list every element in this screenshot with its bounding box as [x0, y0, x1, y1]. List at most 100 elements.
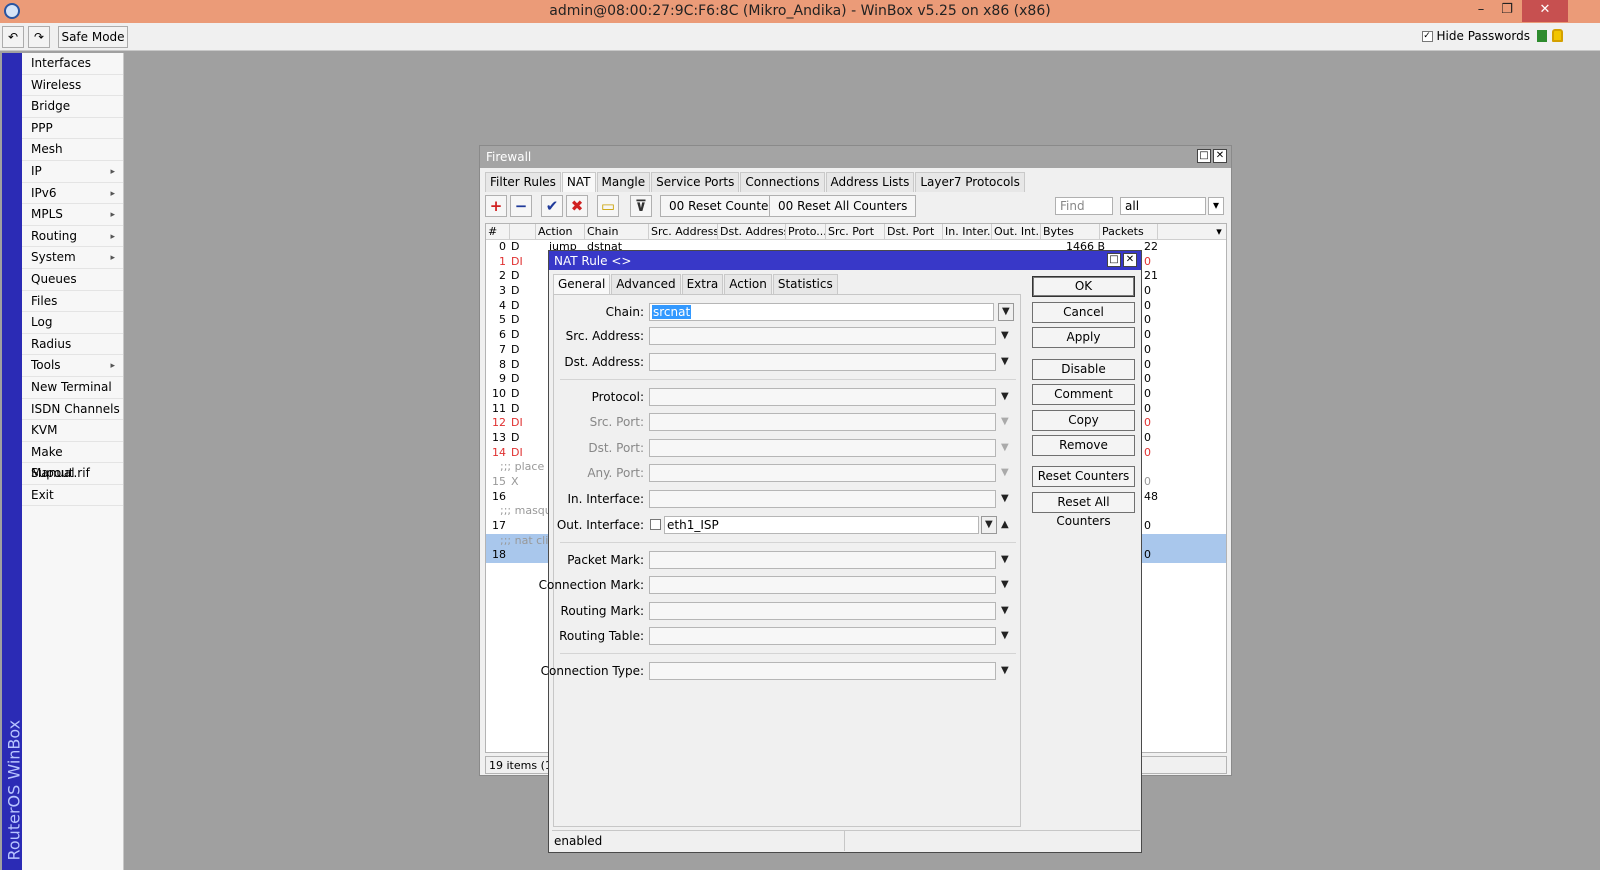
connection-mark-input[interactable]	[649, 576, 996, 594]
close-button[interactable]: ✕	[1522, 0, 1568, 22]
undo-icon[interactable]: ↶	[2, 26, 24, 48]
col-src-port[interactable]: Src. Port	[826, 224, 885, 240]
comment-icon[interactable]: ▭	[597, 195, 619, 217]
in-interface-input[interactable]	[649, 490, 996, 508]
tab-advanced[interactable]: Advanced	[611, 274, 681, 294]
close-icon[interactable]: ✕	[1123, 253, 1137, 267]
tab-nat[interactable]: NAT	[561, 172, 596, 192]
redo-icon[interactable]: ↷	[28, 26, 50, 48]
col-chain[interactable]: Chain	[585, 224, 649, 240]
col-dst-address[interactable]: Dst. Address	[718, 224, 786, 240]
routing-mark-dropdown-icon[interactable]: ▼	[1001, 605, 1009, 616]
reset-counters-button[interactable]: Reset Counters	[1032, 466, 1135, 487]
connection-mark-dropdown-icon[interactable]: ▼	[1001, 579, 1009, 590]
sidebar-item-tools[interactable]: Tools ▸	[22, 355, 123, 377]
in-interface-dropdown-icon[interactable]: ▼	[1001, 493, 1009, 504]
sidebar-item-files[interactable]: Files	[22, 291, 123, 313]
routing-table-input[interactable]	[649, 627, 996, 645]
packet-mark-dropdown-icon[interactable]: ▼	[1001, 554, 1009, 565]
sidebar-item-exit[interactable]: Exit	[22, 485, 123, 507]
disable-icon[interactable]: ✖	[566, 195, 588, 217]
cancel-button[interactable]: Cancel	[1032, 302, 1135, 323]
col-num[interactable]: #	[486, 224, 510, 240]
safe-mode-button[interactable]: Safe Mode	[58, 26, 128, 48]
out-interface-select[interactable]: eth1_ISP	[664, 516, 979, 534]
tab-connections[interactable]: Connections	[740, 172, 825, 192]
close-icon[interactable]: ✕	[1213, 149, 1227, 163]
filter-dropdown-icon[interactable]: ▾	[1208, 197, 1224, 215]
checkbox-icon[interactable]: ✓	[1421, 31, 1433, 42]
remove-button[interactable]: Remove	[1032, 435, 1135, 456]
remove-icon[interactable]: −	[510, 195, 532, 217]
col-bytes[interactable]: Bytes	[1041, 224, 1100, 240]
dst-address-dropdown-icon[interactable]: ▼	[1001, 356, 1009, 367]
packet-mark-input[interactable]	[649, 551, 996, 569]
filter-icon[interactable]: ⊽	[630, 195, 652, 217]
routing-table-dropdown-icon[interactable]: ▼	[1001, 630, 1009, 641]
dst-address-input[interactable]	[649, 353, 996, 371]
reset-all-counters-button[interactable]: 00 Reset All Counters	[769, 195, 917, 217]
src-address-dropdown-icon[interactable]: ▼	[1001, 330, 1009, 341]
sidebar-item-routing[interactable]: Routing ▸	[22, 226, 123, 248]
tab-filter-rules[interactable]: Filter Rules	[485, 172, 561, 192]
src-address-input[interactable]	[649, 327, 996, 345]
chain-select[interactable]: srcnat	[649, 303, 994, 321]
sidebar-item-kvm[interactable]: KVM	[22, 420, 123, 442]
columns-dropdown-icon[interactable]: ▾	[1210, 224, 1226, 240]
tab-extra[interactable]: Extra	[681, 274, 724, 294]
sidebar-item-wireless[interactable]: Wireless	[22, 75, 123, 97]
routing-mark-input[interactable]	[649, 602, 996, 620]
ok-button[interactable]: OK	[1032, 276, 1135, 297]
sidebar-item-system[interactable]: System ▸	[22, 247, 123, 269]
comment-button[interactable]: Comment	[1032, 384, 1135, 405]
tab-service-ports[interactable]: Service Ports	[651, 172, 740, 192]
maximize-icon[interactable]: □	[1107, 253, 1121, 267]
tab-statistics[interactable]: Statistics	[772, 274, 838, 294]
apply-button[interactable]: Apply	[1032, 327, 1135, 348]
copy-button[interactable]: Copy	[1032, 410, 1135, 431]
reset-all-counters-button[interactable]: Reset All Counters	[1032, 492, 1135, 528]
filter-select[interactable]: all	[1120, 197, 1206, 215]
sidebar-item-bridge[interactable]: Bridge	[22, 96, 123, 118]
tab-action[interactable]: Action	[724, 274, 772, 294]
sidebar-item-queues[interactable]: Queues	[22, 269, 123, 291]
sidebar-item-ipv6[interactable]: IPv6 ▸	[22, 183, 123, 205]
sidebar-item-radius[interactable]: Radius	[22, 334, 123, 356]
enable-icon[interactable]: ✔	[541, 195, 563, 217]
col-in-interface[interactable]: In. Inter...	[943, 224, 992, 240]
col-protocol[interactable]: Proto...	[786, 224, 826, 240]
tab-layer7-protocols[interactable]: Layer7 Protocols	[915, 172, 1025, 192]
out-interface-invert-checkbox[interactable]	[650, 519, 661, 530]
disable-button[interactable]: Disable	[1032, 359, 1135, 380]
out-interface-dropdown-icon[interactable]: ▼	[981, 516, 997, 534]
connection-type-dropdown-icon[interactable]: ▼	[1001, 665, 1009, 676]
col-out-interface[interactable]: Out. Int...	[992, 224, 1041, 240]
find-input[interactable]: Find	[1055, 197, 1113, 215]
tab-address-lists[interactable]: Address Lists	[825, 172, 915, 192]
sidebar-item-mesh[interactable]: Mesh	[22, 139, 123, 161]
maximize-button[interactable]: ❐	[1492, 0, 1522, 22]
connection-type-input[interactable]	[649, 662, 996, 680]
chain-dropdown-icon[interactable]: ▼	[998, 303, 1014, 321]
tab-general[interactable]: General	[553, 274, 611, 294]
protocol-input[interactable]	[649, 388, 996, 406]
protocol-dropdown-icon[interactable]: ▼	[1001, 391, 1009, 402]
col-packets[interactable]: Packets	[1100, 224, 1158, 240]
col-src-address[interactable]: Src. Address	[649, 224, 718, 240]
sidebar-item-ip[interactable]: IP ▸	[22, 161, 123, 183]
col-flags[interactable]	[510, 224, 536, 240]
maximize-icon[interactable]: □	[1197, 149, 1211, 163]
sidebar-item-interfaces[interactable]: Interfaces	[22, 53, 123, 75]
sidebar-item-isdn-channels[interactable]: ISDN Channels	[22, 399, 123, 421]
out-interface-collapse-icon[interactable]: ▲	[1001, 519, 1009, 530]
col-action[interactable]: Action	[536, 224, 585, 240]
sidebar-item-make-supout[interactable]: Make Supout.rif	[22, 442, 123, 480]
col-dst-port[interactable]: Dst. Port	[885, 224, 943, 240]
sidebar-item-log[interactable]: Log	[22, 312, 123, 334]
sidebar-item-ppp[interactable]: PPP	[22, 118, 123, 140]
sidebar-item-mpls[interactable]: MPLS ▸	[22, 204, 123, 226]
sidebar-item-manual[interactable]: Manual	[22, 463, 123, 485]
tab-mangle[interactable]: Mangle	[596, 172, 651, 192]
sidebar-item-new-terminal[interactable]: New Terminal	[22, 377, 123, 399]
add-icon[interactable]: +	[485, 195, 507, 217]
